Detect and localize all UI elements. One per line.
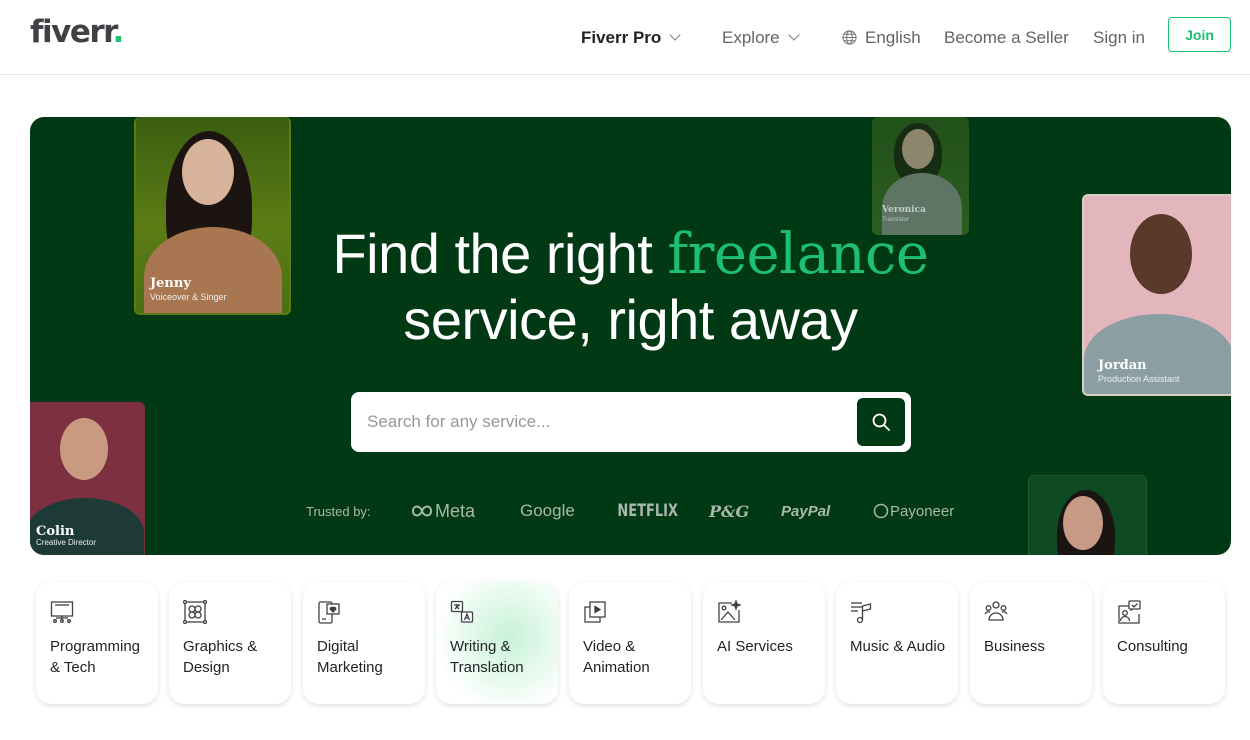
- nav-explore-label: Explore: [722, 27, 780, 47]
- freelancer-card-partial: [1028, 475, 1147, 555]
- design-frame-icon: [183, 600, 207, 624]
- people-group-icon: [984, 601, 1008, 621]
- category-label: Video & Animation: [583, 638, 650, 676]
- monitor-code-icon: [50, 601, 74, 623]
- nav-become-seller-label: Become a Seller: [944, 27, 1069, 47]
- hero-headline: Find the right freelance service, right …: [30, 221, 1231, 352]
- category-label: Consulting: [1117, 638, 1188, 655]
- freelancer-role: Production Assistant: [1098, 374, 1180, 384]
- freelancer-card-colin: Colin Creative Director: [30, 402, 145, 555]
- portrait-face: [902, 129, 934, 169]
- category-label: Digital Marketing: [317, 638, 383, 676]
- hero-banner: Jenny Voiceover & Singer Veronica Transl…: [30, 117, 1231, 555]
- freelancer-name: Veronica: [882, 205, 926, 215]
- nav-sign-in-label: Sign in: [1093, 27, 1145, 47]
- ai-image-icon: [718, 600, 741, 623]
- join-button[interactable]: Join: [1168, 17, 1231, 52]
- payoneer-circle-icon: [873, 503, 889, 519]
- category-graphics-design[interactable]: Graphics & Design: [169, 582, 291, 704]
- logo-dot: .: [112, 14, 125, 50]
- search-bar: [351, 392, 911, 452]
- freelancer-name: Jordan: [1098, 358, 1147, 373]
- top-header: fiverr. Fiverr Pro Explore English Becom…: [0, 0, 1250, 75]
- category-label: AI Services: [717, 638, 793, 655]
- chevron-down-icon: [669, 29, 681, 41]
- globe-icon: [842, 30, 857, 45]
- category-ai-services[interactable]: AI Services: [703, 582, 825, 704]
- freelancer-name: Colin: [36, 524, 75, 539]
- nav-sign-in[interactable]: Sign in: [1093, 0, 1145, 75]
- nav-explore[interactable]: Explore: [722, 0, 800, 75]
- trusted-by-label: Trusted by:: [306, 503, 371, 519]
- category-video-animation[interactable]: Video & Animation: [569, 582, 691, 704]
- category-label: Music & Audio: [850, 638, 946, 655]
- nav-fiverr-pro[interactable]: Fiverr Pro: [581, 0, 681, 75]
- category-label: Business: [984, 638, 1045, 655]
- freelancer-card-veronica: Veronica Translator: [872, 117, 969, 235]
- logo-netflix-text: NETFLIX: [617, 501, 679, 521]
- nav-fiverr-pro-label: Fiverr Pro: [581, 27, 662, 47]
- consulting-chat-icon: [1118, 600, 1141, 624]
- portrait-face: [60, 418, 108, 480]
- music-note-icon: [851, 602, 872, 624]
- chevron-down-icon: [787, 29, 800, 41]
- search-button[interactable]: [857, 398, 905, 446]
- video-play-icon: [584, 601, 606, 623]
- logo-payoneer: Payoneer: [873, 497, 954, 525]
- search-input[interactable]: [367, 392, 847, 452]
- headline-accent: freelance: [667, 222, 929, 287]
- category-business[interactable]: Business: [970, 582, 1092, 704]
- translate-icon: [450, 600, 474, 623]
- logo-payoneer-text: Payoneer: [890, 502, 955, 520]
- category-label: Programming & Tech: [50, 638, 141, 676]
- logo-text: fiverr: [30, 14, 114, 50]
- category-digital-marketing[interactable]: Digital Marketing: [303, 582, 425, 704]
- logo-pg: P&G: [709, 497, 749, 525]
- search-icon: [872, 413, 890, 431]
- headline-text: Find the right: [332, 222, 653, 285]
- headline-text-line2: service, right away: [403, 288, 858, 351]
- logo-paypal: PayPal: [781, 497, 830, 525]
- phone-heart-icon: [318, 601, 340, 624]
- category-label: Graphics & Design: [183, 638, 258, 676]
- logo-google-text: Google: [520, 501, 575, 520]
- freelancer-role: Creative Director: [36, 538, 97, 547]
- category-writing-translation[interactable]: Writing & Translation: [436, 582, 558, 704]
- category-music-audio[interactable]: Music & Audio: [836, 582, 958, 704]
- portrait-face: [1063, 496, 1103, 550]
- category-consulting[interactable]: Consulting: [1103, 582, 1225, 704]
- logo-meta: Meta: [411, 497, 475, 525]
- logo-meta-text: Meta: [435, 500, 476, 521]
- portrait-face: [182, 139, 234, 205]
- nav-become-seller[interactable]: Become a Seller: [944, 0, 1069, 75]
- meta-infinity-icon: [411, 505, 433, 517]
- logo-paypal-text: PayPal: [781, 502, 831, 520]
- nav-language-label: English: [865, 27, 921, 47]
- logo-google: Google: [520, 497, 575, 525]
- logo-netflix: NETFLIX: [612, 497, 683, 525]
- category-programming-tech[interactable]: Programming & Tech: [36, 582, 158, 704]
- fiverr-logo[interactable]: fiverr.: [30, 14, 125, 50]
- nav-language[interactable]: English: [842, 0, 921, 75]
- category-label: Writing & Translation: [450, 638, 524, 676]
- logo-pg-text: P&G: [709, 501, 750, 521]
